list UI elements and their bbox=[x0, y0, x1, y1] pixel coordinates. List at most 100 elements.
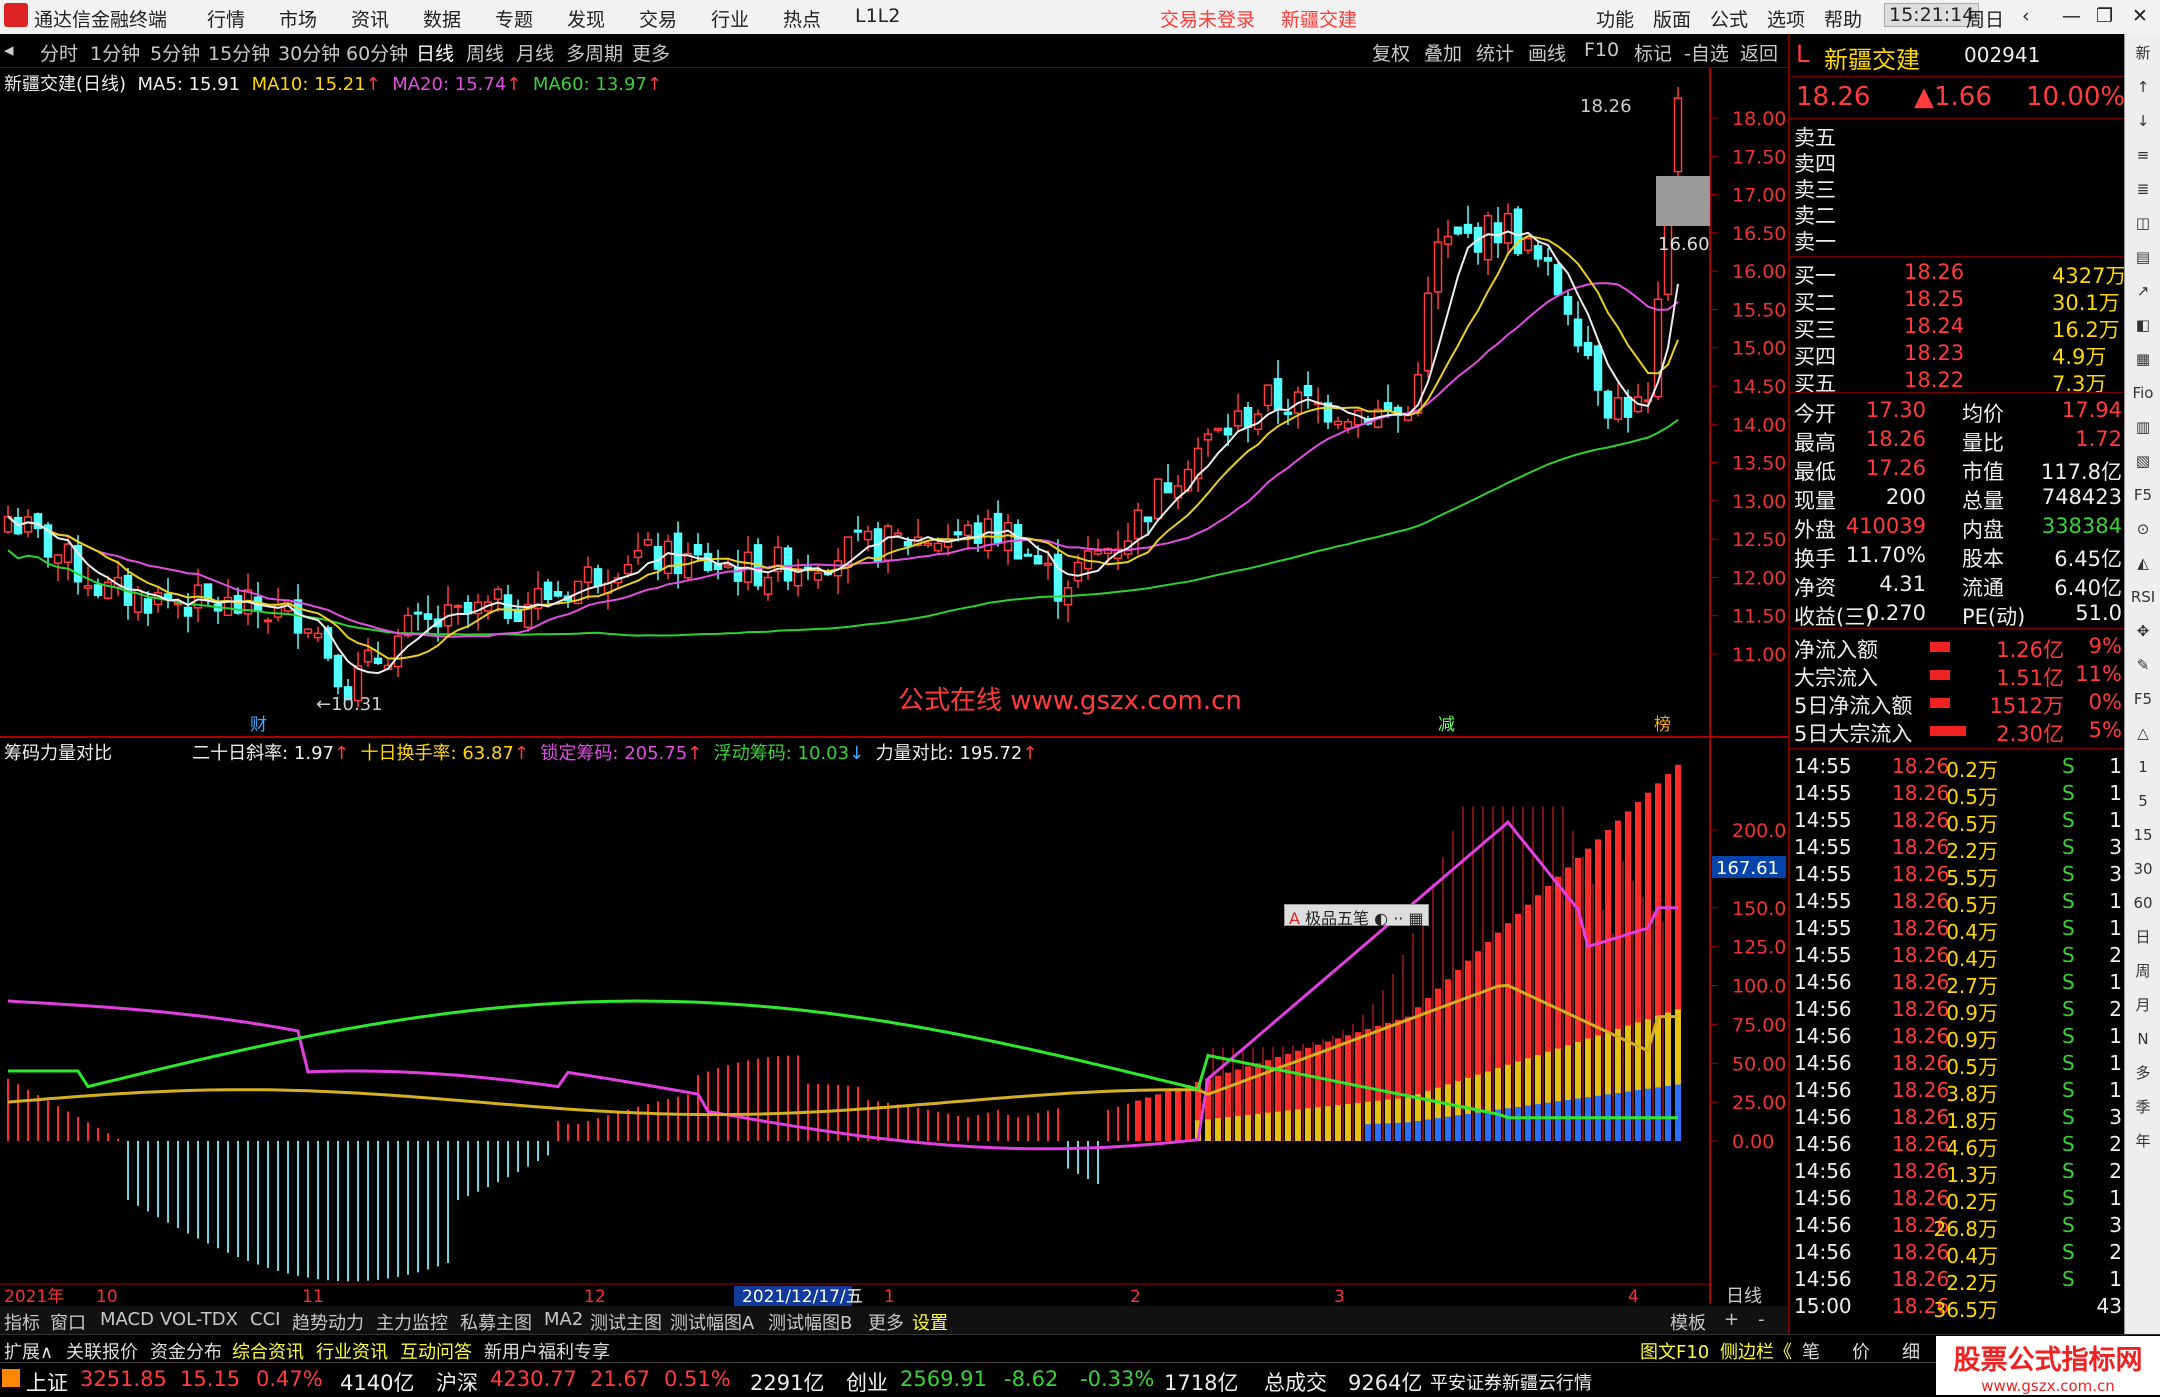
period-1min[interactable]: 1分钟 bbox=[90, 39, 140, 66]
menu-l1l2[interactable]: L1L2 bbox=[855, 5, 900, 27]
sidebar-tool-icon[interactable]: F5 bbox=[2128, 684, 2158, 714]
sidebar-tool-icon[interactable]: F5 bbox=[2128, 480, 2158, 510]
menu-news[interactable]: 资讯 bbox=[351, 5, 389, 32]
tool-adjust[interactable]: 复权 bbox=[1372, 39, 1410, 66]
status-tab[interactable]: 互动问答 bbox=[400, 1338, 472, 1364]
status-right-tab[interactable]: 细 bbox=[1902, 1338, 1920, 1364]
status-tab[interactable]: 新用户福利专享 bbox=[484, 1338, 610, 1364]
sidebar-tool-icon[interactable]: ▦ bbox=[2128, 344, 2158, 374]
status-tab[interactable]: 资金分布 bbox=[150, 1338, 222, 1364]
period-more[interactable]: 更多 bbox=[632, 39, 670, 66]
indicator-tab[interactable]: 测试主图 bbox=[590, 1309, 662, 1335]
ime-toolbar[interactable]: A 极品五笔 ◐ ·· ▦ bbox=[1284, 904, 1429, 928]
indicator-tab[interactable]: 私募主图 bbox=[460, 1309, 532, 1335]
status-right-tab[interactable]: 侧边栏《 bbox=[1720, 1338, 1792, 1364]
sidebar-tool-icon[interactable]: ↗ bbox=[2128, 276, 2158, 306]
menu-discover[interactable]: 发现 bbox=[567, 5, 605, 32]
period-15min[interactable]: 15分钟 bbox=[208, 39, 270, 66]
minimize-window-icon[interactable]: — bbox=[2062, 5, 2081, 27]
sidebar-tool-icon[interactable]: 周 bbox=[2128, 956, 2158, 986]
sidebar-tool-icon[interactable]: N bbox=[2128, 1024, 2158, 1054]
sidebar-tool-icon[interactable]: RSI bbox=[2128, 582, 2158, 612]
menu-trade[interactable]: 交易 bbox=[639, 5, 677, 32]
tool-overlay[interactable]: 叠加 bbox=[1424, 39, 1462, 66]
menu-function[interactable]: 功能 bbox=[1596, 5, 1634, 32]
period-weekly[interactable]: 周线 bbox=[466, 39, 504, 66]
period-intraday[interactable]: 分时 bbox=[40, 39, 78, 66]
tool-watchlist[interactable]: -自选 bbox=[1684, 39, 1729, 66]
menu-options[interactable]: 选项 bbox=[1767, 5, 1805, 32]
status-tab[interactable]: 综合资讯 bbox=[232, 1338, 304, 1364]
indicator-tab[interactable]: 更多 bbox=[868, 1309, 904, 1335]
tool-mark[interactable]: 标记 bbox=[1634, 39, 1672, 66]
tool-back[interactable]: 返回 bbox=[1740, 39, 1778, 66]
template-control[interactable]: + bbox=[1724, 1309, 1739, 1330]
status-right-tab[interactable]: 笔 bbox=[1802, 1338, 1820, 1364]
collapse-icon[interactable]: ◂ bbox=[4, 39, 14, 61]
template-control[interactable]: - bbox=[1758, 1309, 1765, 1330]
sidebar-tool-icon[interactable]: 季 bbox=[2128, 1092, 2158, 1122]
menu-industry[interactable]: 行业 bbox=[711, 5, 749, 32]
sidebar-tool-icon[interactable]: ≡ bbox=[2128, 140, 2158, 170]
status-tab[interactable]: 行业资讯 bbox=[316, 1338, 388, 1364]
sidebar-tool-icon[interactable]: ✎ bbox=[2128, 650, 2158, 680]
sidebar-tool-icon[interactable]: 多 bbox=[2128, 1058, 2158, 1088]
status-right-tab[interactable]: 价 bbox=[1852, 1338, 1870, 1364]
trade-login-status[interactable]: 交易未登录 bbox=[1160, 5, 1255, 32]
sidebar-tool-icon[interactable]: ≣ bbox=[2128, 174, 2158, 204]
sidebar-tool-icon[interactable]: 月 bbox=[2128, 990, 2158, 1020]
indicator-tab[interactable]: 窗口 bbox=[50, 1309, 86, 1335]
sidebar-tool-icon[interactable]: 5 bbox=[2128, 786, 2158, 816]
sidebar-tool-icon[interactable]: ▧ bbox=[2128, 446, 2158, 476]
tool-draw[interactable]: 画线 bbox=[1528, 39, 1566, 66]
indicator-tab[interactable]: 测试幅图B bbox=[768, 1309, 852, 1335]
menu-layout[interactable]: 版面 bbox=[1653, 5, 1691, 32]
sidebar-tool-icon[interactable]: 60 bbox=[2128, 888, 2158, 918]
bid-row[interactable]: 买四 18.23 4.9万 bbox=[1794, 341, 2122, 369]
menu-hot[interactable]: 热点 bbox=[783, 5, 821, 32]
sidebar-tool-icon[interactable]: ▤ bbox=[2128, 242, 2158, 272]
period-60min[interactable]: 60分钟 bbox=[346, 39, 408, 66]
restore-window-icon[interactable]: ❐ bbox=[2096, 5, 2113, 27]
bid-row[interactable]: 买三 18.24 16.2万 bbox=[1794, 314, 2122, 342]
menu-market[interactable]: 市场 bbox=[279, 5, 317, 32]
sidebar-tool-icon[interactable]: ◫ bbox=[2128, 208, 2158, 238]
indicator-tab[interactable]: 指标 bbox=[4, 1309, 40, 1335]
sidebar-tool-icon[interactable]: ✥ bbox=[2128, 616, 2158, 646]
tool-stats[interactable]: 统计 bbox=[1476, 39, 1514, 66]
period-daily[interactable]: 日线 bbox=[416, 39, 454, 66]
period-monthly[interactable]: 月线 bbox=[516, 39, 554, 66]
menu-quote[interactable]: 行情 bbox=[207, 5, 245, 32]
tool-f10[interactable]: F10 bbox=[1584, 39, 1619, 61]
sidebar-tool-icon[interactable]: ▥ bbox=[2128, 412, 2158, 442]
current-stock-link[interactable]: 新疆交建 bbox=[1281, 5, 1357, 32]
sidebar-tool-icon[interactable]: 年 bbox=[2128, 1126, 2158, 1156]
bid-row[interactable]: 买一 18.26 4327万 bbox=[1794, 260, 2126, 288]
sidebar-tool-icon[interactable]: △ bbox=[2128, 718, 2158, 748]
indicator-tab[interactable]: 趋势动力 bbox=[292, 1309, 364, 1335]
close-window-icon[interactable]: ✕ bbox=[2132, 5, 2148, 27]
sidebar-tool-icon[interactable]: Fio bbox=[2128, 378, 2158, 408]
sidebar-tool-icon[interactable]: 新 bbox=[2128, 38, 2158, 68]
status-tab[interactable]: 扩展∧ bbox=[4, 1338, 53, 1364]
indicator-tab[interactable]: 主力监控 bbox=[376, 1309, 448, 1335]
bid-row[interactable]: 买二 18.25 30.1万 bbox=[1794, 287, 2122, 315]
sidebar-tool-icon[interactable]: ◧ bbox=[2128, 310, 2158, 340]
sidebar-tool-icon[interactable]: 15 bbox=[2128, 820, 2158, 850]
period-30min[interactable]: 30分钟 bbox=[278, 39, 340, 66]
menu-help[interactable]: 帮助 bbox=[1824, 5, 1862, 32]
status-tab[interactable]: 关联报价 bbox=[66, 1338, 138, 1364]
sidebar-tool-icon[interactable]: 日 bbox=[2128, 922, 2158, 952]
menu-data[interactable]: 数据 bbox=[423, 5, 461, 32]
kline-chart[interactable]: 18.00 17.50 17.00 16.50 16.00 15.50 15.00 14.50… bbox=[0, 68, 1788, 1306]
sidebar-tool-icon[interactable]: ◭ bbox=[2128, 548, 2158, 578]
menu-square-icon[interactable] bbox=[2, 1369, 20, 1387]
indicator-tab[interactable]: MACD bbox=[100, 1309, 154, 1330]
indicator-tab[interactable]: MA2 bbox=[544, 1309, 583, 1330]
indicator-tab[interactable]: CCI bbox=[250, 1309, 280, 1330]
sidebar-tool-icon[interactable]: ↓ bbox=[2128, 106, 2158, 136]
status-right-tab[interactable]: 图文F10 bbox=[1640, 1338, 1709, 1364]
indicator-tab[interactable]: 测试幅图A bbox=[670, 1309, 754, 1335]
template-control[interactable]: 模板 bbox=[1670, 1309, 1706, 1335]
sidebar-tool-icon[interactable]: ↑ bbox=[2128, 72, 2158, 102]
